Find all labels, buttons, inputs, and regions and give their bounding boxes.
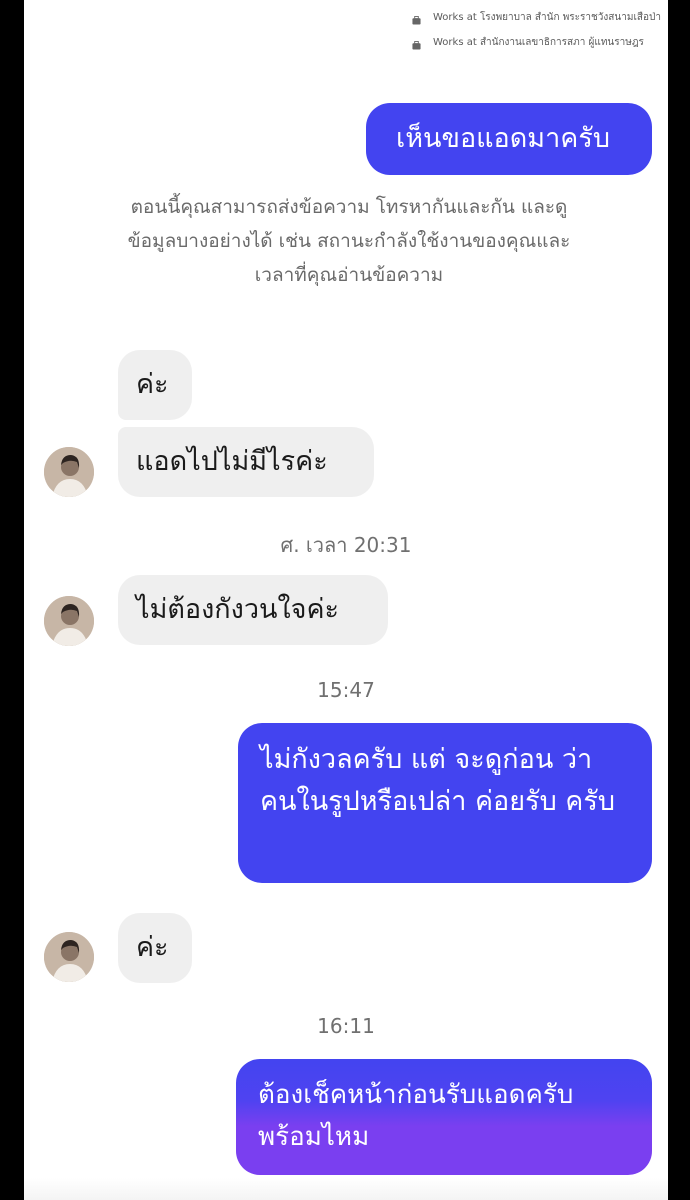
contact-avatar[interactable] xyxy=(44,932,94,982)
avatar-image xyxy=(44,596,94,646)
timestamp: 16:11 xyxy=(317,1014,375,1038)
chat-screen: Works at โรงพยาบาล สำนัก พระราชวังสนามเส… xyxy=(24,0,668,1200)
contact-avatar[interactable] xyxy=(44,596,94,646)
message-incoming[interactable]: ค่ะ xyxy=(118,913,192,983)
avatar-image xyxy=(44,447,94,497)
message-text: เห็นขอแอดมาครับ xyxy=(396,123,610,154)
briefcase-icon xyxy=(412,16,421,25)
message-text: ไม่กังวลครับ แต่ จะดูก่อน ว่า คนในรูปหรื… xyxy=(260,744,615,817)
message-incoming[interactable]: แอดไปไม่มีไรค่ะ xyxy=(118,427,374,497)
avatar-image xyxy=(44,932,94,982)
message-text: ค่ะ xyxy=(136,932,169,963)
message-text: ค่ะ xyxy=(136,369,169,400)
briefcase-icon xyxy=(412,41,421,50)
message-outgoing[interactable]: ไม่กังวลครับ แต่ จะดูก่อน ว่า คนในรูปหรื… xyxy=(238,723,652,883)
profile-info: Works at โรงพยาบาล สำนัก พระราชวังสนามเส… xyxy=(412,10,662,60)
bottom-fade xyxy=(24,1178,668,1200)
work-row: Works at โรงพยาบาล สำนัก พระราชวังสนามเส… xyxy=(412,10,662,25)
message-outgoing[interactable]: ต้องเช็คหน้าก่อนรับแอดครับ พร้อมไหม xyxy=(236,1059,652,1175)
message-outgoing[interactable]: เห็นขอแอดมาครับ xyxy=(366,103,652,175)
work-line-hospital: Works at โรงพยาบาล สำนัก พระราชวังสนามเส… xyxy=(433,12,661,23)
contact-avatar[interactable] xyxy=(44,447,94,497)
system-note: ตอนนี้คุณสามารถส่งข้อความ โทรหากันและกัน… xyxy=(127,196,571,286)
message-incoming[interactable]: ค่ะ xyxy=(118,350,192,420)
message-text: ต้องเช็คหน้าก่อนรับแอดครับ พร้อมไหม xyxy=(258,1080,574,1152)
message-text: ไม่ต้องกังวนใจค่ะ xyxy=(136,594,340,625)
timestamp: 15:47 xyxy=(317,678,375,702)
work-line-parliament: Works at สำนักงานเลขาธิการสภา ผู้แทนราษฎ… xyxy=(433,37,644,48)
work-row: Works at สำนักงานเลขาธิการสภา ผู้แทนราษฎ… xyxy=(412,35,662,50)
message-text: แอดไปไม่มีไรค่ะ xyxy=(136,446,328,477)
timestamp: ศ. เวลา 20:31 xyxy=(280,533,412,557)
message-incoming[interactable]: ไม่ต้องกังวนใจค่ะ xyxy=(118,575,388,645)
